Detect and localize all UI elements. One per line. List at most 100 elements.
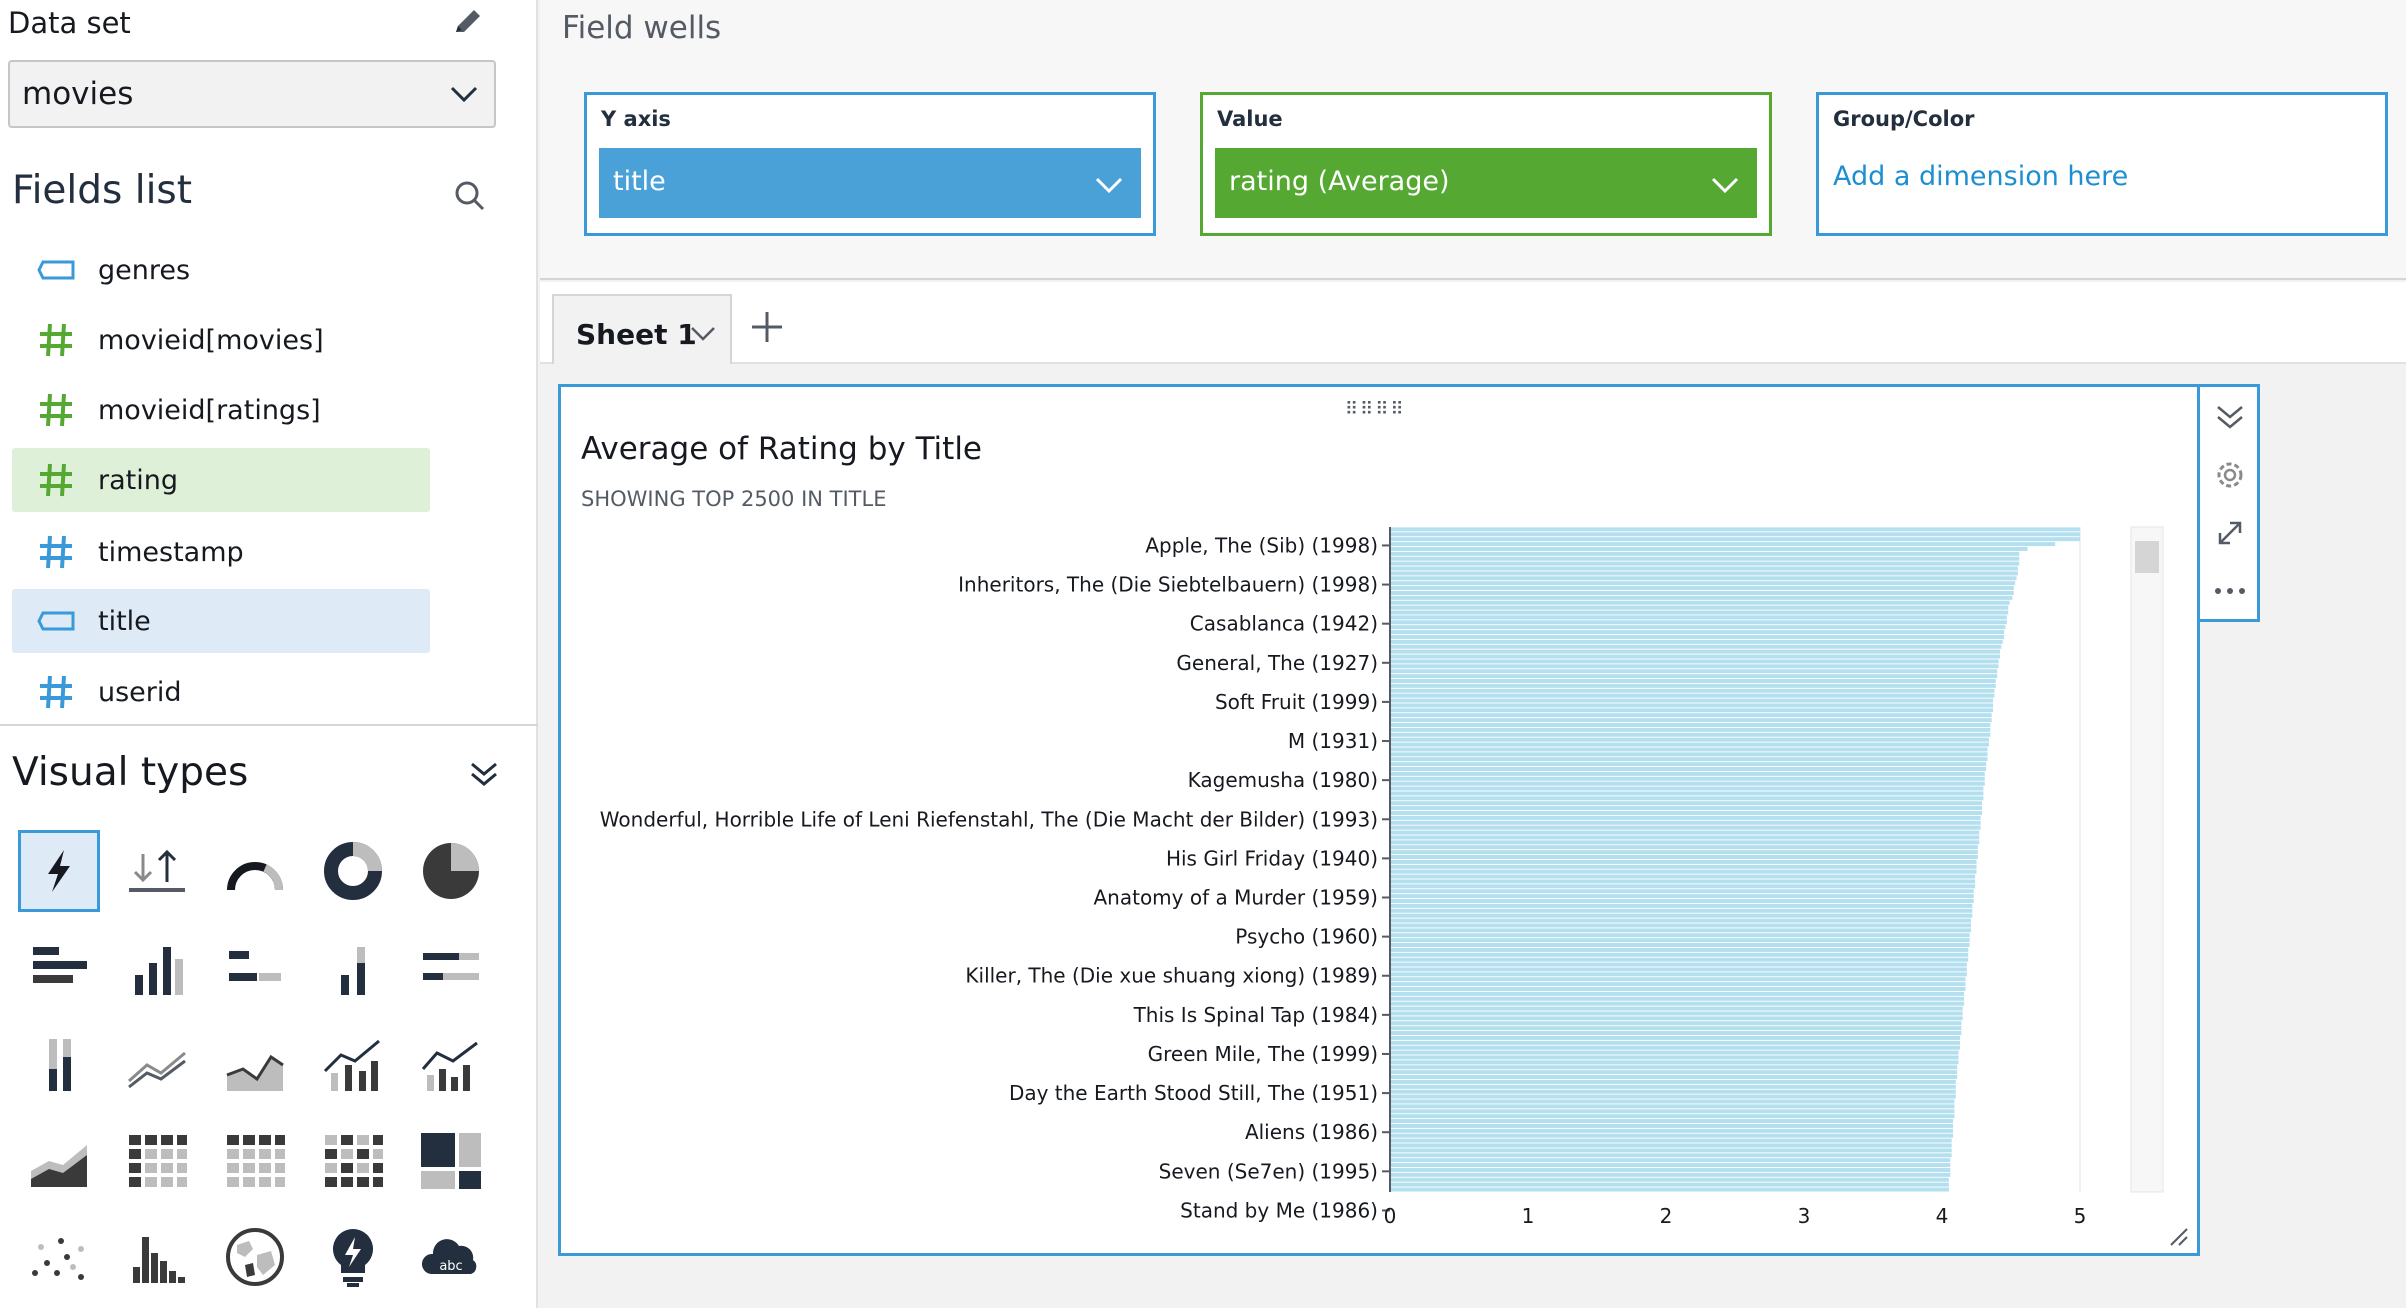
more-options-icon[interactable]	[2212, 573, 2248, 609]
bar	[1390, 972, 1967, 977]
bar	[1390, 1138, 1952, 1143]
gear-icon[interactable]	[2212, 457, 2248, 493]
stacked-bar-visual-icon[interactable]	[410, 928, 492, 1010]
bar	[1390, 732, 1991, 737]
donut-visual-icon[interactable]	[312, 830, 394, 912]
add-dimension-link[interactable]: Add a dimension here	[1833, 161, 2128, 192]
expand-icon[interactable]	[2212, 515, 2248, 551]
value-field-pill[interactable]: rating (Average)	[1215, 148, 1757, 218]
stacked-column-visual-icon[interactable]	[18, 1024, 100, 1106]
chevron-down-icon[interactable]	[688, 318, 718, 348]
bar	[1390, 1153, 1952, 1158]
insight-visual-icon[interactable]	[312, 1216, 394, 1298]
bar	[1390, 625, 2006, 630]
bar	[1390, 1026, 1962, 1031]
bar	[1390, 943, 1970, 948]
bar	[1390, 1187, 1949, 1192]
bar	[1390, 1084, 1956, 1089]
bar	[1390, 703, 1994, 708]
table-visual-icon[interactable]	[214, 1120, 296, 1202]
search-icon[interactable]	[450, 176, 490, 216]
plus-icon[interactable]	[748, 308, 786, 346]
scatter-plot-visual-icon[interactable]	[18, 1216, 100, 1298]
heat-map-visual-icon[interactable]	[312, 1120, 394, 1202]
field-item-genres[interactable]: genres	[12, 238, 430, 302]
pencil-icon[interactable]	[448, 2, 488, 42]
line-visual-icon[interactable]	[116, 1024, 198, 1106]
pivot-table-visual-icon[interactable]	[116, 1120, 198, 1202]
bar	[1390, 742, 1989, 747]
tree-map-visual-icon[interactable]	[410, 1120, 492, 1202]
autograph-visual-icon[interactable]	[18, 830, 100, 912]
bar	[1390, 1123, 1954, 1128]
bar	[1390, 1109, 1955, 1114]
y-tick-label: Killer, The (Die xue shuang xiong) (1989…	[965, 964, 1378, 988]
double-chevron-down-icon[interactable]	[464, 758, 504, 792]
bar	[1390, 864, 1977, 869]
field-item-userid[interactable]: userid	[12, 660, 430, 724]
bar	[1390, 1006, 1963, 1011]
bar	[1390, 850, 1978, 855]
horizontal-bar-visual-icon[interactable]	[18, 928, 100, 1010]
field-item-rating[interactable]: rating	[12, 448, 430, 512]
group-color-well[interactable]: Group/Color Add a dimension here	[1816, 92, 2388, 236]
bar	[1390, 1040, 1960, 1045]
y-tick-label: His Girl Friday (1940)	[1166, 846, 1378, 870]
y-tick-label: Green Mile, The (1999)	[1148, 1042, 1378, 1066]
bar	[1390, 542, 2056, 547]
y-tick-label: Wonderful, Horrible Life of Leni Riefens…	[600, 807, 1378, 831]
field-item-timestamp[interactable]: timestamp	[12, 520, 430, 584]
histogram-visual-icon[interactable]	[116, 1216, 198, 1298]
chevron-down-icon	[450, 86, 478, 103]
bar	[1390, 1011, 1963, 1016]
collapse-visual-icon[interactable]	[2212, 399, 2248, 435]
combo-stacked-visual-icon[interactable]	[410, 1024, 492, 1106]
y-tick-label: Soft Fruit (1999)	[1215, 690, 1378, 714]
bar	[1390, 820, 1981, 825]
gauge-visual-icon[interactable]	[214, 830, 296, 912]
y-tick-label: Inheritors, The (Die Siebtelbauern) (199…	[958, 573, 1378, 597]
bar	[1390, 674, 1998, 679]
value-well[interactable]: Value rating (Average)	[1200, 92, 1772, 236]
bar	[1390, 708, 1994, 713]
pie-visual-icon[interactable]	[410, 830, 492, 912]
bar	[1390, 1050, 1959, 1055]
bar	[1390, 938, 1970, 943]
bar	[1390, 874, 1976, 879]
tab-sheet-1[interactable]: Sheet 1	[552, 294, 732, 364]
bar	[1390, 815, 1981, 820]
y-tick-label: M (1931)	[1288, 729, 1378, 753]
area-visual-icon[interactable]	[214, 1024, 296, 1106]
chevron-down-icon[interactable]	[1091, 166, 1127, 202]
geo-map-visual-icon[interactable]	[214, 1216, 296, 1298]
bar	[1390, 781, 1985, 786]
visual-container[interactable]: ⠿⠿⠿⠿ Average of Rating by Title SHOWING …	[558, 384, 2200, 1256]
chevron-down-icon[interactable]	[1707, 166, 1743, 202]
combo-line-bar-visual-icon[interactable]	[312, 1024, 394, 1106]
area-stacked-visual-icon[interactable]	[18, 1120, 100, 1202]
clustered-column-visual-icon[interactable]	[312, 928, 394, 1010]
bar	[1390, 1060, 1959, 1065]
kpi-visual-icon[interactable]	[116, 830, 198, 912]
bar	[1390, 654, 2000, 659]
clustered-bar-visual-icon[interactable]	[214, 928, 296, 1010]
y-tick-label: Psycho (1960)	[1235, 925, 1378, 949]
measure-icon	[28, 462, 84, 498]
field-item-title[interactable]: title	[12, 589, 430, 653]
divider	[0, 724, 538, 726]
bar	[1390, 977, 1966, 982]
svg-text:abc: abc	[439, 1259, 462, 1274]
vertical-bar-visual-icon[interactable]	[116, 928, 198, 1010]
bar	[1390, 869, 1977, 874]
y-axis-well[interactable]: Y axis title	[584, 92, 1156, 236]
bar	[1390, 600, 2010, 605]
resize-handle-icon[interactable]	[2167, 1225, 2189, 1247]
word-cloud-visual-icon[interactable]: abc	[410, 1216, 492, 1298]
field-item-movieid-ratings[interactable]: movieid[ratings]	[12, 378, 430, 442]
bar	[1390, 894, 1974, 899]
dataset-select[interactable]: movies	[8, 60, 496, 128]
y-axis-field-pill[interactable]: title	[599, 148, 1141, 218]
bar	[1390, 556, 2020, 561]
field-wells: Field wells Y axis title Value rating (A…	[540, 0, 2406, 280]
field-item-movieid-movies[interactable]: movieid[movies]	[12, 308, 430, 372]
